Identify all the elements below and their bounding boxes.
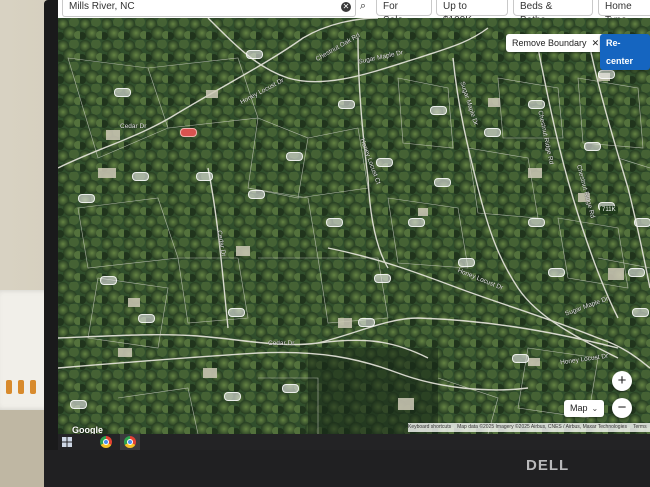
- windows-taskbar: [58, 434, 650, 450]
- search-icon[interactable]: ⌕: [356, 0, 370, 16]
- listing-marker[interactable]: [408, 218, 425, 227]
- listing-marker[interactable]: [598, 70, 615, 79]
- listing-marker[interactable]: [374, 274, 391, 283]
- listing-marker[interactable]: [528, 100, 545, 109]
- sold-listing-marker[interactable]: [180, 128, 197, 137]
- google-logo: Google: [72, 425, 103, 434]
- listing-marker[interactable]: [138, 314, 155, 323]
- price-filter[interactable]: Up to $100K⌄: [436, 0, 508, 26]
- zoom-out-button[interactable]: −: [612, 398, 632, 418]
- search-input[interactable]: Mills River, NC: [69, 1, 135, 12]
- remove-boundary-label: Remove Boundary: [512, 38, 587, 48]
- map-attribution: Keyboard shortcuts Map data ©2025 Imagery…: [408, 423, 650, 432]
- listing-marker[interactable]: [78, 194, 95, 203]
- listing-marker[interactable]: [548, 268, 565, 277]
- street-label: Cedar Dr: [268, 340, 295, 347]
- basket-slot: [18, 380, 24, 394]
- beds-baths-filter[interactable]: Beds & Baths⌄: [513, 0, 593, 26]
- for-sale-filter[interactable]: For Sale⌄: [376, 0, 432, 26]
- map-data-credit: Map data ©2025 Imagery ©2025 Airbus, CNE…: [457, 424, 627, 430]
- screen: Mills River, NC ✕ ⌕ For Sale⌄ Up to $100…: [58, 0, 650, 434]
- home-type-filter[interactable]: Home Type: [598, 0, 650, 26]
- listing-marker[interactable]: [286, 152, 303, 161]
- listing-marker[interactable]: [584, 142, 601, 151]
- listing-marker[interactable]: [358, 318, 375, 327]
- listing-marker[interactable]: [282, 384, 299, 393]
- terms-link[interactable]: Terms: [633, 424, 647, 430]
- listing-marker[interactable]: [634, 218, 650, 227]
- listing-marker[interactable]: [458, 258, 475, 267]
- recenter-button[interactable]: Re-center: [600, 34, 650, 70]
- listing-marker[interactable]: [632, 308, 649, 317]
- satellite-map[interactable]: Cedar Dr Honey Locust Dr Honey Locust Ct…: [58, 18, 650, 434]
- location-search-field[interactable]: Mills River, NC ✕: [62, 0, 356, 17]
- map-type-select[interactable]: Map ⌄: [564, 400, 605, 417]
- listing-marker[interactable]: [528, 218, 545, 227]
- keyboard-shortcuts-link[interactable]: Keyboard shortcuts: [408, 424, 451, 430]
- listing-marker[interactable]: [434, 178, 451, 187]
- listing-marker[interactable]: [114, 88, 131, 97]
- map-type-value: Map: [570, 403, 588, 413]
- listing-marker[interactable]: [248, 190, 265, 199]
- listing-price-marker[interactable]: 711K: [600, 206, 618, 214]
- windows-start-icon[interactable]: [62, 437, 72, 447]
- map-imagery: [58, 18, 650, 434]
- listing-marker[interactable]: [376, 158, 393, 167]
- chrome-icon[interactable]: [124, 436, 136, 448]
- chrome-icon[interactable]: [100, 436, 112, 448]
- listing-marker[interactable]: [70, 400, 87, 409]
- search-toolbar: Mills River, NC ✕ ⌕ For Sale⌄ Up to $100…: [58, 0, 650, 26]
- close-icon: ✕: [589, 38, 600, 48]
- monitor-brand-logo: DELL: [526, 457, 570, 474]
- listing-marker[interactable]: [224, 392, 241, 401]
- listing-marker[interactable]: [430, 106, 447, 115]
- basket-slot: [30, 380, 36, 394]
- listing-marker[interactable]: [228, 308, 245, 317]
- listing-marker[interactable]: [196, 172, 213, 181]
- listing-marker[interactable]: [338, 100, 355, 109]
- listing-marker[interactable]: [484, 128, 501, 137]
- remove-boundary-button[interactable]: Remove Boundary ✕: [506, 34, 606, 52]
- listing-marker[interactable]: [628, 268, 645, 277]
- street-label: Cedar Dr: [120, 123, 147, 130]
- chevron-down-icon: ⌄: [591, 404, 599, 413]
- listing-marker[interactable]: [246, 50, 263, 59]
- listing-marker[interactable]: [132, 172, 149, 181]
- zoom-in-button[interactable]: +: [612, 371, 632, 391]
- close-icon[interactable]: ✕: [341, 2, 351, 12]
- basket-slot: [6, 380, 12, 394]
- listing-marker[interactable]: [512, 354, 529, 363]
- listing-marker[interactable]: [326, 218, 343, 227]
- listing-marker[interactable]: [100, 276, 117, 285]
